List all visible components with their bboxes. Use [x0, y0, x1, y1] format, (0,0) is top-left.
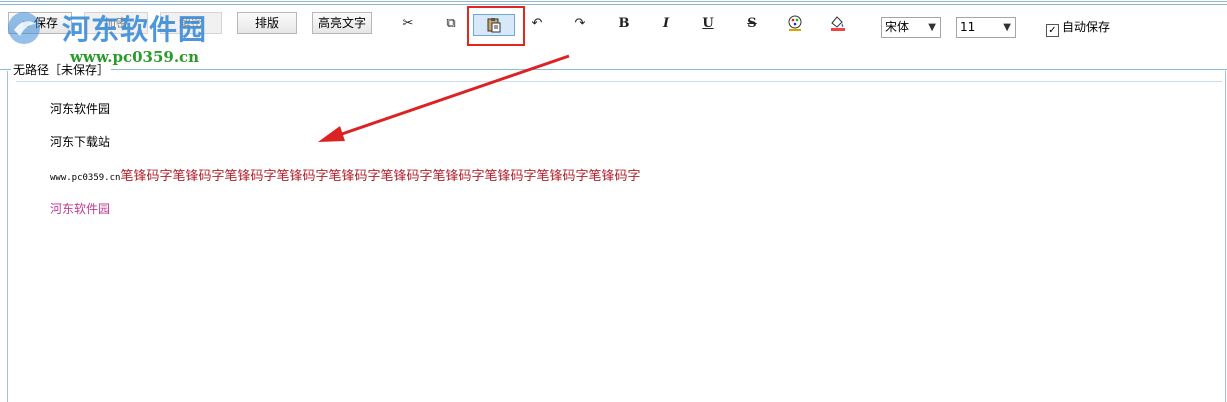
- italic-icon[interactable]: I: [656, 14, 676, 34]
- font-size-select[interactable]: 11 ▼: [956, 17, 1016, 38]
- editor-line-2: 河东下载站: [50, 135, 111, 149]
- chevron-down-icon: ▼: [1003, 22, 1011, 33]
- paint-bucket-icon: [831, 16, 845, 31]
- editor-red-text: 笔锋码字笔锋码字笔锋码字笔锋码字笔锋码字笔锋码字笔锋码字笔锋码字笔锋码字笔锋码字: [120, 169, 641, 184]
- layout-button[interactable]: 排版: [237, 12, 297, 34]
- chevron-down-icon: ▼: [928, 22, 936, 33]
- watermark-title: 河东软件园: [62, 13, 208, 46]
- autosave-checkbox[interactable]: ✓ 自动保存: [1046, 18, 1110, 37]
- strikethrough-icon[interactable]: S: [742, 14, 762, 34]
- copy-icon[interactable]: ⧉: [441, 14, 461, 34]
- text-color-icon[interactable]: [785, 14, 805, 34]
- redo-icon[interactable]: ↷: [570, 14, 590, 34]
- paste-icon: [487, 18, 501, 33]
- path-frame-right: [1225, 71, 1226, 402]
- font-family-select[interactable]: 宋体 ▼: [881, 17, 941, 38]
- checkmark-icon: ✓: [1046, 24, 1059, 37]
- file-path-label: 无路径［未保存］: [11, 63, 112, 77]
- underline-icon[interactable]: U: [698, 14, 718, 34]
- watermark-logo-icon: [8, 12, 40, 44]
- editor-line-4: 河东软件园: [50, 202, 111, 216]
- text-editor[interactable]: 河东软件园 河东下载站 www.pc0359.cn笔锋码字笔锋码字笔锋码字笔锋码…: [16, 81, 1222, 402]
- background-color-icon[interactable]: [828, 14, 848, 34]
- editor-url-text: www.pc0359.cn: [50, 173, 121, 183]
- paste-button[interactable]: [473, 14, 515, 36]
- path-frame-top: [0, 69, 1227, 70]
- top-border: [0, 1, 1227, 2]
- undo-icon[interactable]: ↶: [527, 14, 547, 34]
- path-frame-left: [7, 71, 8, 402]
- palette-icon: [788, 15, 802, 31]
- bold-icon[interactable]: B: [614, 14, 634, 34]
- scissors-icon[interactable]: ✂: [398, 14, 418, 34]
- editor-line-3: www.pc0359.cn笔锋码字笔锋码字笔锋码字笔锋码字笔锋码字笔锋码字笔锋码…: [50, 165, 640, 184]
- editor-line-1: 河东软件园: [50, 102, 111, 116]
- highlight-text-button[interactable]: 高亮文字: [312, 12, 372, 34]
